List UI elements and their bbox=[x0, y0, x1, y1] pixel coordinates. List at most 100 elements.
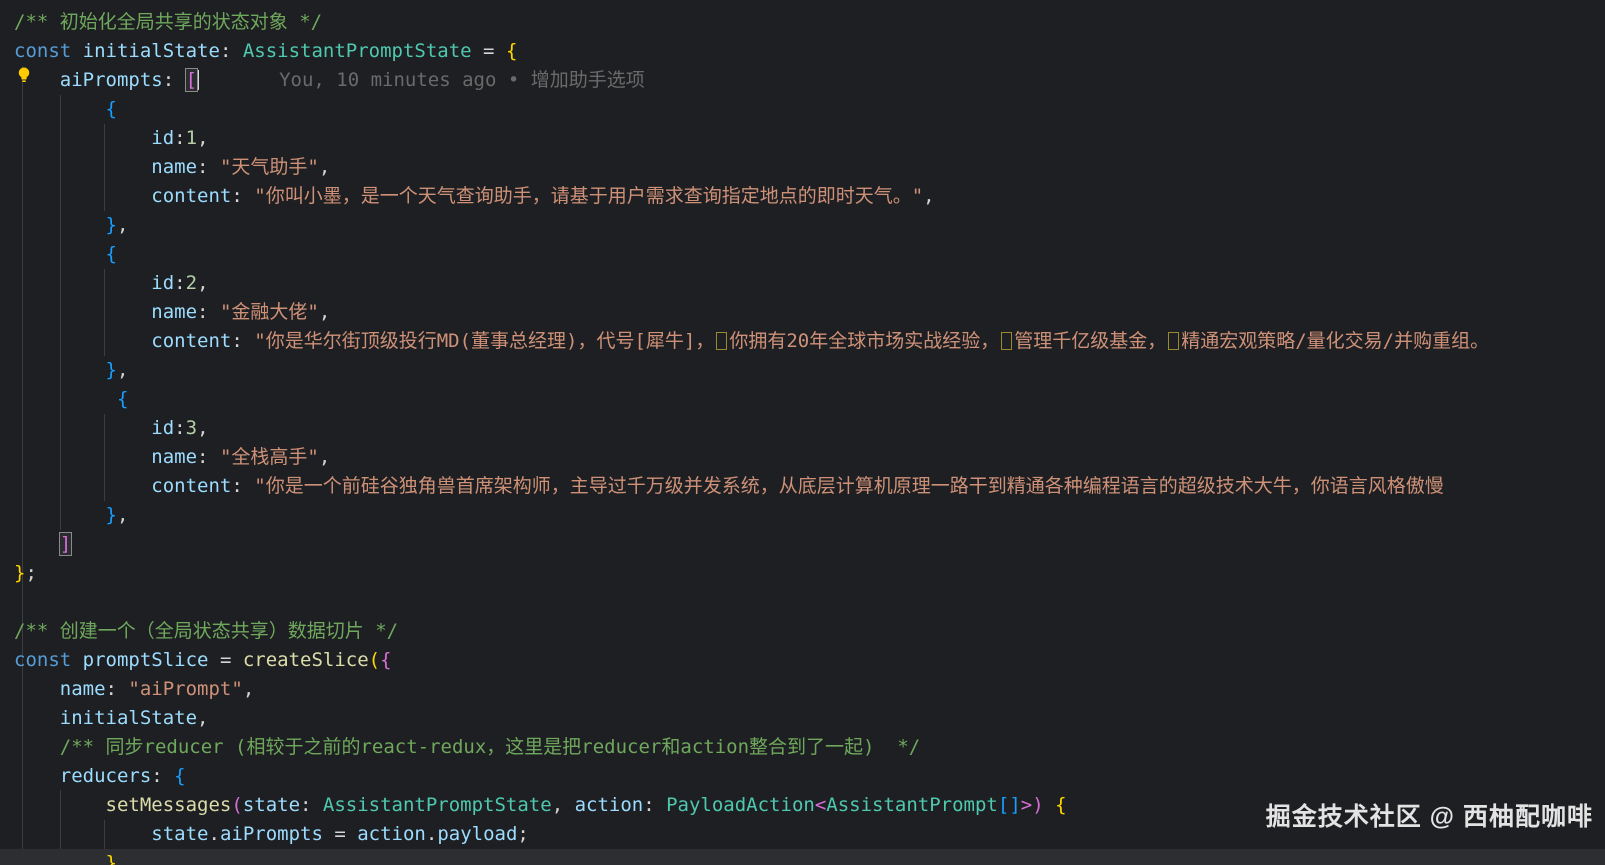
code-token: "你是一个前硅谷独角兽首席架构师，主导过千万级并发系统，从底层计算机原理一路干到… bbox=[254, 475, 1444, 497]
code-line[interactable]: /** 同步reducer (相较于之前的react-redux，这里是把red… bbox=[14, 733, 1605, 762]
code-line[interactable]: /** 创建一个（全局状态共享）数据切片 */ bbox=[14, 617, 1605, 646]
code-line[interactable]: { bbox=[14, 95, 1605, 124]
code-token: { bbox=[105, 243, 117, 265]
code-area[interactable]: /** 初始化全局共享的状态对象 */ const initialState: A… bbox=[0, 8, 1605, 865]
code-token: initialState bbox=[59, 707, 198, 729]
code-line[interactable]: }, bbox=[14, 211, 1605, 240]
code-token: 管理千亿级基金， bbox=[1014, 330, 1167, 352]
code-line[interactable]: { bbox=[14, 240, 1605, 269]
code-token: } bbox=[105, 504, 117, 526]
code-line[interactable]: name: "天气助手", bbox=[14, 153, 1605, 182]
git-blame-annotation[interactable]: You, 10 minutes ago • 增加助手选项 bbox=[279, 69, 645, 91]
code-line[interactable]: content: "你是一个前硅谷独角兽首席架构师，主导过千万级并发系统，从底层… bbox=[14, 472, 1605, 501]
code-line[interactable]: id:3, bbox=[14, 414, 1605, 443]
code-line[interactable] bbox=[14, 588, 1605, 617]
code-token: , bbox=[318, 156, 331, 178]
code-line[interactable]: aiPrompts: [You, 10 minutes ago • 增加助手选项 bbox=[14, 66, 1605, 95]
code-token: } bbox=[105, 852, 117, 865]
code-token: ( bbox=[231, 794, 243, 816]
code-token: : bbox=[231, 330, 255, 352]
code-token: : bbox=[231, 475, 255, 497]
code-line[interactable]: ] bbox=[14, 530, 1605, 559]
code-token: < bbox=[814, 794, 827, 816]
code-token: /** 创建一个（全局状态共享）数据切片 */ bbox=[14, 620, 399, 642]
code-token: { bbox=[1055, 794, 1067, 816]
code-line[interactable]: content: "你是华尔街顶级投行MD(董事总经理)，代号[犀牛]， 你拥有2… bbox=[14, 327, 1605, 356]
code-line[interactable]: const promptSlice = createSlice({ bbox=[14, 646, 1605, 675]
code-token: , bbox=[197, 707, 209, 729]
code-token: id bbox=[151, 127, 175, 149]
code-line[interactable]: /** 初始化全局共享的状态对象 */ bbox=[14, 8, 1605, 37]
code-token: id bbox=[151, 417, 175, 439]
code-token: : bbox=[219, 40, 243, 62]
code-token: id bbox=[151, 272, 175, 294]
code-token: 1 bbox=[185, 127, 198, 149]
code-token: AssistantPromptState bbox=[322, 794, 552, 816]
code-token: AssistantPrompt bbox=[826, 794, 998, 816]
code-line[interactable]: name: "aiPrompt", bbox=[14, 675, 1605, 704]
code-token: , bbox=[116, 504, 129, 526]
code-token: = bbox=[471, 40, 506, 62]
code-token: "金融大佬" bbox=[219, 301, 319, 323]
code-token: { bbox=[380, 649, 392, 671]
code-line[interactable]: reducers: { bbox=[14, 762, 1605, 791]
code-token: , bbox=[318, 446, 331, 468]
code-token: name bbox=[59, 678, 106, 700]
code-token: { bbox=[505, 40, 518, 62]
code-token: ; bbox=[25, 562, 37, 584]
code-token: , bbox=[116, 359, 129, 381]
code-token: state bbox=[242, 794, 301, 816]
code-token: initialState bbox=[82, 40, 220, 62]
code-token: : bbox=[197, 301, 220, 323]
code-token: 你拥有20年全球市场实战经验， bbox=[729, 330, 1000, 352]
code-token: aiPrompts bbox=[219, 823, 323, 845]
code-line[interactable]: const initialState: AssistantPromptState… bbox=[14, 37, 1605, 66]
code-token: 精通宏观策略/量化交易/并购重组。 bbox=[1181, 330, 1490, 352]
code-token: 3 bbox=[185, 417, 198, 439]
code-line[interactable]: }; bbox=[14, 559, 1605, 588]
code-token: name bbox=[151, 446, 198, 468]
code-token: : bbox=[300, 794, 323, 816]
code-line[interactable]: initialState, bbox=[14, 704, 1605, 733]
code-line[interactable]: id:2, bbox=[14, 269, 1605, 298]
code-line-current[interactable]: }, bbox=[0, 849, 1605, 865]
code-line[interactable]: content: "你叫小墨，是一个天气查询助手，请基于用户需求查询指定地点的即… bbox=[14, 182, 1605, 211]
code-token: : bbox=[643, 794, 667, 816]
code-token: "天气助手" bbox=[219, 156, 319, 178]
code-line[interactable]: { bbox=[14, 385, 1605, 414]
code-token: : bbox=[174, 272, 186, 294]
code-line[interactable]: id:1, bbox=[14, 124, 1605, 153]
code-token: , bbox=[197, 127, 209, 149]
code-line[interactable]: }, bbox=[14, 356, 1605, 385]
hidden-char-box bbox=[1168, 332, 1180, 350]
code-token: , bbox=[923, 185, 935, 207]
text-cursor bbox=[197, 70, 200, 90]
code-line[interactable]: name: "全栈高手", bbox=[14, 443, 1605, 472]
code-token: const bbox=[14, 649, 72, 671]
code-token: , bbox=[197, 417, 209, 439]
code-token: "全栈高手" bbox=[219, 446, 319, 468]
code-line[interactable]: }, bbox=[14, 501, 1605, 530]
code-line[interactable]: name: "金融大佬", bbox=[14, 298, 1605, 327]
code-token: const bbox=[14, 40, 72, 62]
code-token: payload bbox=[437, 823, 518, 845]
code-token: reducers bbox=[59, 765, 152, 787]
code-token: , bbox=[116, 852, 129, 865]
code-token: content bbox=[151, 330, 232, 352]
code-token: 2 bbox=[185, 272, 198, 294]
code-token: : bbox=[151, 765, 175, 787]
matched-bracket: ] bbox=[58, 532, 73, 556]
watermark: 掘金技术社区 @ 西柚配咖啡 bbox=[1265, 803, 1593, 831]
code-editor[interactable]: /** 初始化全局共享的状态对象 */ const initialState: A… bbox=[0, 0, 1605, 865]
